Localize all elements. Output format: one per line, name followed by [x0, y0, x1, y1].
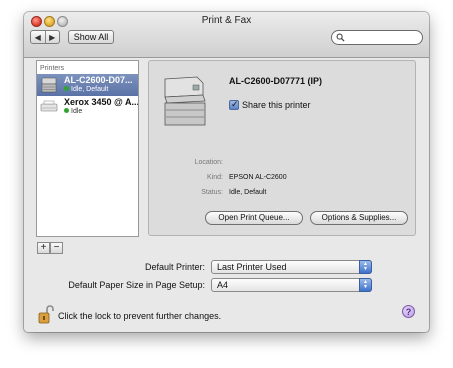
popup-chevron-updown-icon: ▲ ▼ — [359, 278, 372, 292]
printer-list-item[interactable]: AL-C2600-D07... Idle, Default — [37, 74, 138, 96]
default-paper-size-popup[interactable]: A4 ▲ ▼ — [211, 278, 372, 292]
add-printer-button[interactable]: + — [37, 242, 50, 254]
default-printer-value: Last Printer Used — [217, 262, 287, 272]
idle-status-dot-icon — [64, 108, 69, 113]
share-printer-checkbox[interactable] — [229, 99, 239, 110]
help-icon[interactable]: ? — [402, 305, 415, 318]
default-printer-popup[interactable]: Last Printer Used ▲ ▼ — [211, 260, 372, 274]
idle-status-dot-icon — [64, 86, 69, 91]
kind-value: EPSON AL-C2600 — [229, 174, 287, 181]
printer-name: AL-C2600-D07... — [64, 75, 133, 85]
printers-list-header: Printers — [40, 65, 65, 72]
forward-button[interactable]: ▶ — [44, 31, 60, 43]
default-paper-size-label: Default Paper Size in Page Setup: — [68, 280, 205, 290]
printers-list: Printers AL-C2600-D07... Idle, Default X… — [36, 60, 139, 237]
popup-chevron-updown-icon: ▲ ▼ — [359, 260, 372, 274]
unlocked-lock-icon[interactable] — [38, 305, 54, 325]
default-printer-label: Default Printer: — [144, 262, 205, 272]
selected-printer-name: AL-C2600-D07771 (IP) — [229, 76, 323, 86]
printer-list-item[interactable]: Xerox 3450 @ A... Idle — [37, 96, 138, 118]
nav-back-forward: ◀ ▶ — [30, 30, 60, 44]
open-print-queue-button[interactable]: Open Print Queue... — [205, 211, 303, 225]
status-label: Status: — [201, 189, 223, 196]
default-paper-size-value: A4 — [217, 280, 229, 290]
kind-label: Kind: — [207, 174, 223, 181]
print-fax-window: Print & Fax ◀ ▶ Show All Printers AL-C26… — [24, 12, 429, 332]
printer-large-icon — [164, 76, 206, 126]
printer-status: Idle, Default — [64, 86, 108, 93]
lock-message: Click the lock to prevent further change… — [58, 311, 222, 321]
location-label: Location: — [194, 159, 223, 166]
titlebar: Print & Fax ◀ ▶ Show All — [24, 12, 429, 58]
laser-printer-icon — [41, 77, 57, 93]
remove-printer-button[interactable]: − — [50, 242, 63, 254]
options-supplies-button[interactable]: Options & Supplies... — [310, 211, 408, 225]
printer-name: Xerox 3450 @ A... — [64, 97, 138, 107]
share-printer-label: Share this printer — [242, 100, 311, 110]
share-printer-row: Share this printer — [229, 99, 311, 110]
show-all-button[interactable]: Show All — [68, 30, 114, 44]
back-button[interactable]: ◀ — [31, 31, 45, 43]
printer-status: Idle — [64, 108, 82, 115]
printer-detail-pane: AL-C2600-D07771 (IP) Share this printer … — [148, 60, 416, 236]
inkjet-printer-icon — [40, 100, 58, 112]
status-value: Idle, Default — [229, 189, 267, 196]
search-field[interactable] — [331, 30, 423, 45]
window-title: Print & Fax — [201, 15, 252, 26]
search-icon — [336, 33, 345, 42]
